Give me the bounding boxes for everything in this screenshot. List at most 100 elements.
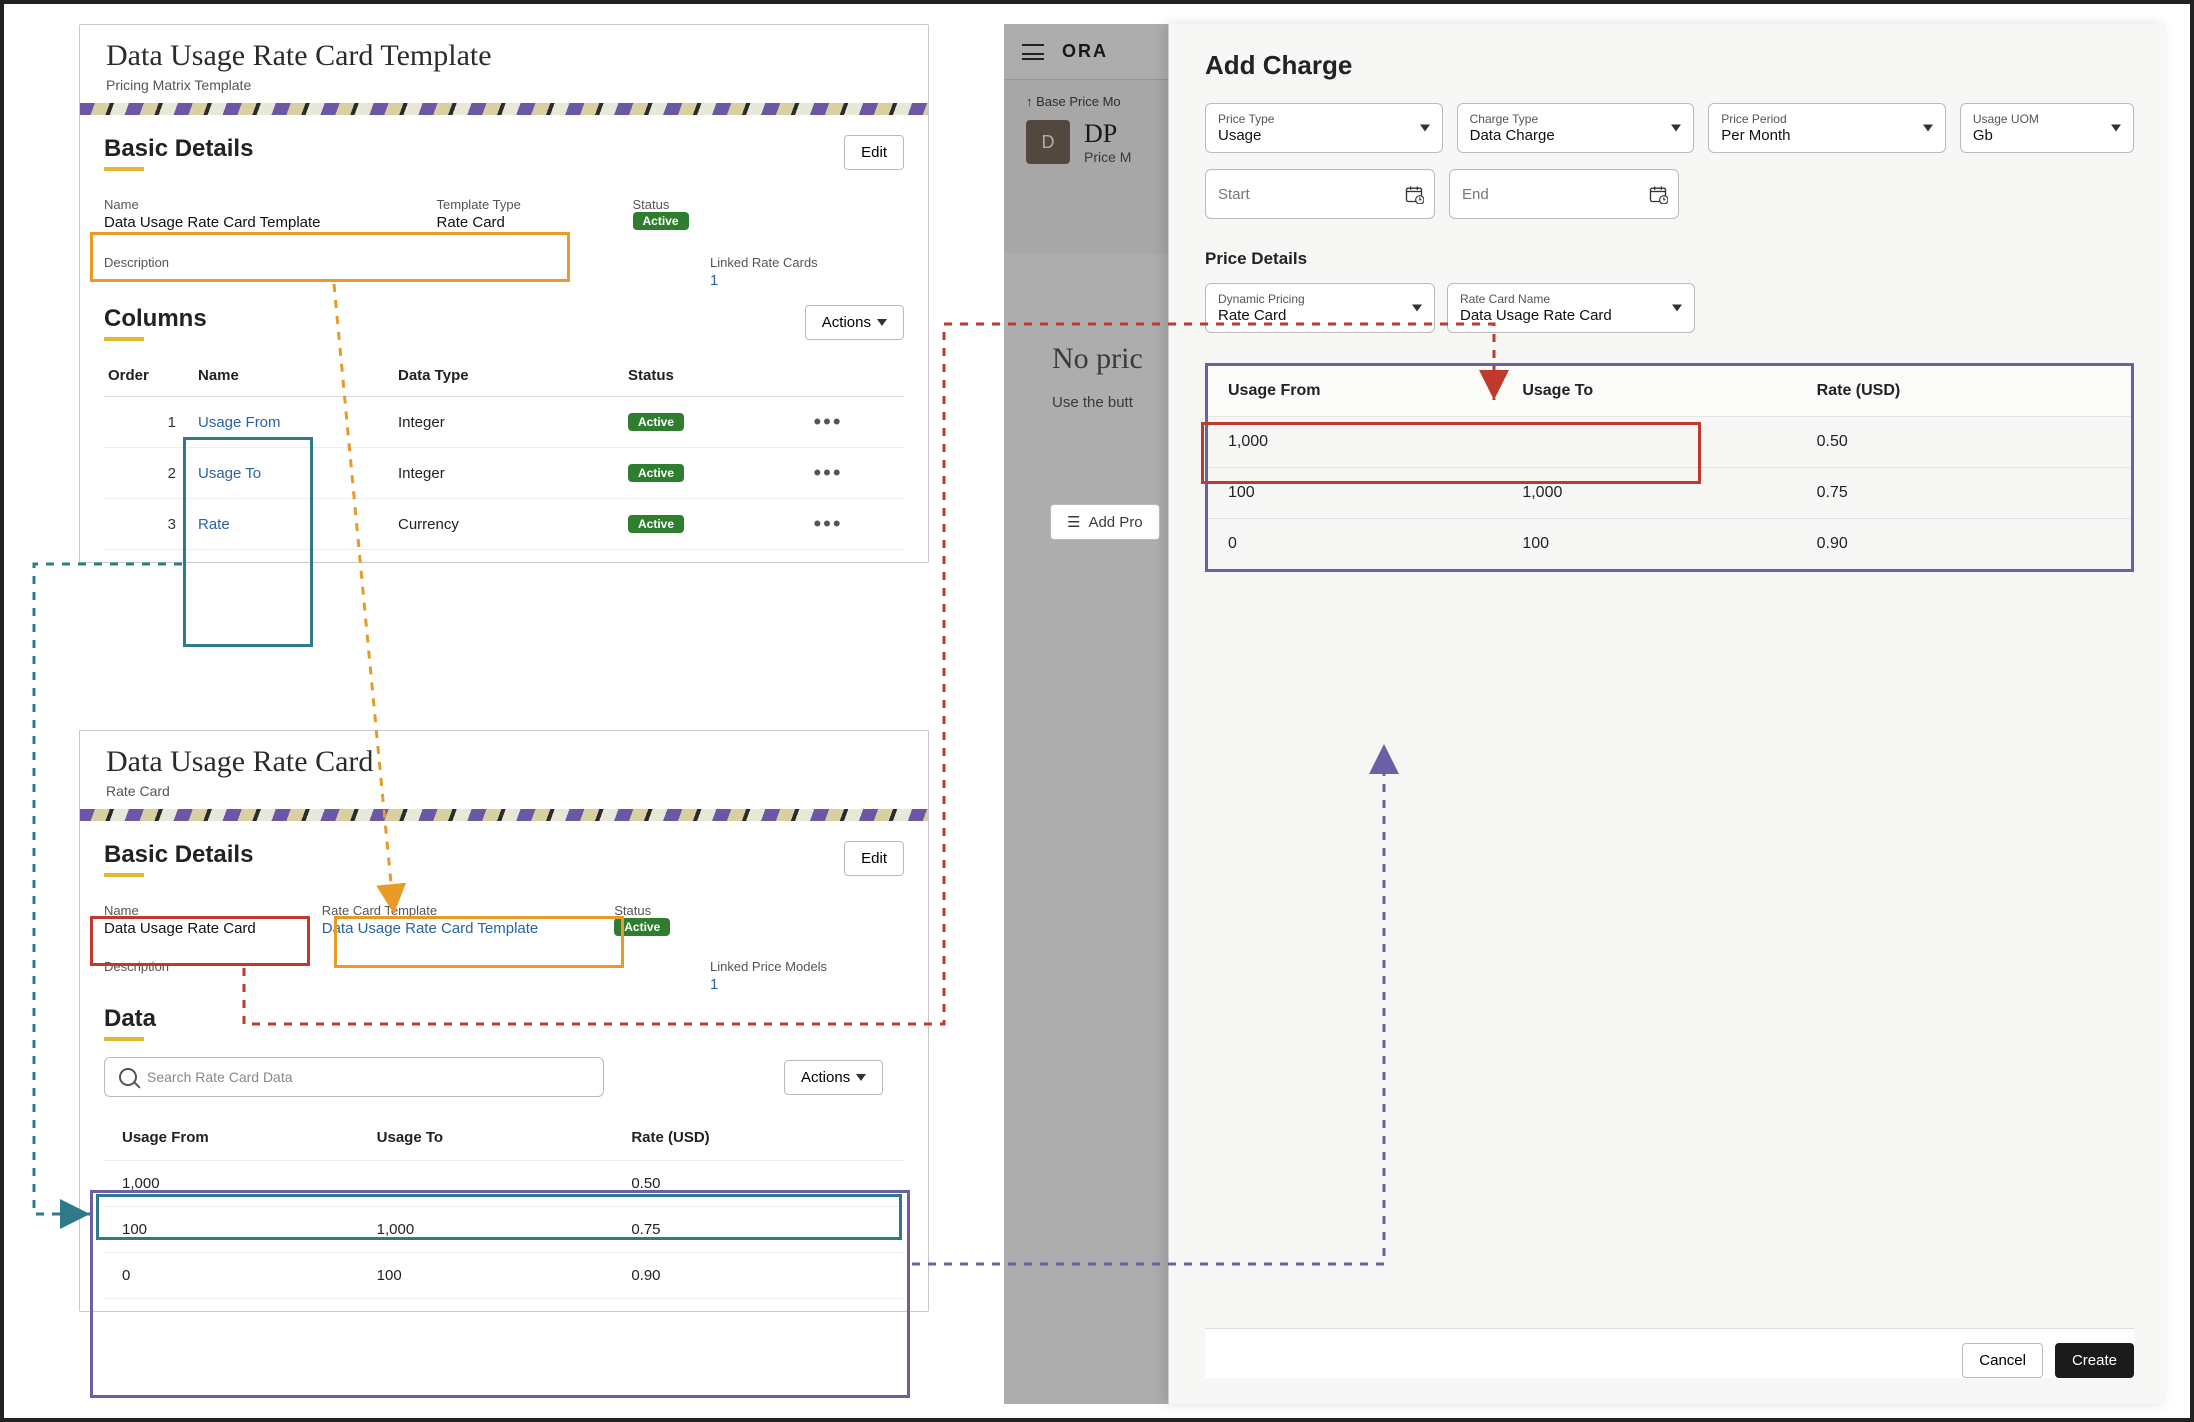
cell-usage-from: 0 bbox=[122, 1267, 377, 1284]
ratecard-name-label: Rate Card Name bbox=[1460, 292, 1682, 306]
row-menu-icon[interactable]: ••• bbox=[788, 460, 868, 486]
col-type: Integer bbox=[398, 465, 628, 482]
col-name-header: Name bbox=[198, 367, 398, 384]
cell-usage-from: 1,000 bbox=[122, 1175, 377, 1192]
name-value: Data Usage Rate Card Template bbox=[104, 214, 321, 231]
dynamic-pricing-value: Rate Card bbox=[1218, 307, 1422, 324]
basic-details-heading: Basic Details bbox=[104, 841, 253, 877]
actions-button[interactable]: Actions bbox=[784, 1060, 883, 1095]
status-badge: Active bbox=[633, 212, 689, 230]
status-badge: Active bbox=[628, 515, 684, 533]
columns-heading: Columns bbox=[104, 305, 207, 341]
actions-button[interactable]: Actions bbox=[805, 305, 904, 340]
linked-value[interactable]: 1 bbox=[710, 272, 818, 289]
ratecard-data-table: Usage From Usage To Rate (USD) 1,000 0.5… bbox=[104, 1115, 904, 1299]
col-type-header: Data Type bbox=[398, 367, 628, 384]
drawer-title: Add Charge bbox=[1205, 50, 2134, 81]
header-rate: Rate (USD) bbox=[631, 1129, 886, 1146]
linked-label: Linked Rate Cards bbox=[710, 255, 818, 270]
calendar-icon bbox=[1404, 184, 1424, 204]
price-period-select[interactable]: Price Period Per Month bbox=[1708, 103, 1946, 153]
row-menu-icon[interactable]: ••• bbox=[788, 409, 868, 435]
data-row[interactable]: 100 1,000 0.75 bbox=[104, 1207, 904, 1253]
linked-value[interactable]: 1 bbox=[710, 976, 827, 993]
columns-header-row: Order Name Data Type Status bbox=[104, 355, 904, 397]
search-input[interactable]: Search Rate Card Data bbox=[104, 1057, 604, 1097]
price-period-label: Price Period bbox=[1721, 112, 1933, 126]
cell-usage-from: 100 bbox=[122, 1221, 377, 1238]
price-type-label: Price Type bbox=[1218, 112, 1430, 126]
ratecard-template-field: Rate Card Template Data Usage Rate Card … bbox=[322, 903, 539, 937]
end-label: End bbox=[1462, 186, 1489, 203]
cancel-button-label: Cancel bbox=[1979, 1352, 2026, 1369]
start-date-input[interactable]: Start bbox=[1205, 169, 1435, 219]
cell-usage-to: 1,000 bbox=[1522, 484, 1816, 502]
chevron-down-icon bbox=[877, 319, 887, 326]
status-field: Status Active bbox=[614, 903, 704, 937]
drawer-table-row: 0 100 0.90 bbox=[1208, 519, 2131, 569]
calendar-icon bbox=[1648, 184, 1668, 204]
row-menu-icon[interactable]: ••• bbox=[788, 511, 868, 537]
drawer-table-header: Usage From Usage To Rate (USD) bbox=[1208, 366, 2131, 417]
actions-button-label: Actions bbox=[801, 1069, 850, 1086]
cell-usage-to bbox=[377, 1175, 632, 1192]
template-title: Data Usage Rate Card Template bbox=[106, 39, 902, 73]
cell-usage-from: 0 bbox=[1228, 535, 1522, 553]
ratecard-card: Data Usage Rate Card Rate Card Basic Det… bbox=[79, 730, 929, 1312]
actions-button-label: Actions bbox=[822, 314, 871, 331]
price-type-select[interactable]: Price Type Usage bbox=[1205, 103, 1443, 153]
status-badge: Active bbox=[628, 464, 684, 482]
header-usage-to: Usage To bbox=[377, 1129, 632, 1146]
charge-type-select[interactable]: Charge Type Data Charge bbox=[1457, 103, 1695, 153]
ratecard-title: Data Usage Rate Card bbox=[106, 745, 902, 779]
cell-usage-to: 100 bbox=[377, 1267, 632, 1284]
hint-use-btn: Use the butt bbox=[1052, 394, 1133, 411]
col-order: 2 bbox=[108, 465, 198, 482]
drawer-ratecard-table: Usage From Usage To Rate (USD) 1,000 0.5… bbox=[1205, 363, 2134, 572]
drawer-table-row: 1,000 0.50 bbox=[1208, 417, 2131, 468]
decorative-stripe bbox=[80, 809, 928, 821]
cell-usage-to: 1,000 bbox=[377, 1221, 632, 1238]
cell-rate: 0.75 bbox=[1817, 484, 2111, 502]
add-product-button[interactable]: ☰ Add Pro bbox=[1050, 504, 1160, 540]
data-row[interactable]: 0 100 0.90 bbox=[104, 1253, 904, 1299]
col-order-header: Order bbox=[108, 367, 198, 384]
col-status-header: Status bbox=[628, 367, 788, 384]
cell-rate: 0.50 bbox=[1817, 433, 2111, 451]
col-type: Currency bbox=[398, 516, 628, 533]
col-name-link[interactable]: Rate bbox=[198, 516, 398, 533]
end-date-input[interactable]: End bbox=[1449, 169, 1679, 219]
charge-type-value: Data Charge bbox=[1470, 127, 1682, 144]
basic-details-heading: Basic Details bbox=[104, 135, 253, 171]
ratecard-template-link[interactable]: Data Usage Rate Card Template bbox=[322, 920, 539, 937]
description-label: Description bbox=[104, 959, 194, 974]
charge-type-label: Charge Type bbox=[1470, 112, 1682, 126]
col-name-link[interactable]: Usage To bbox=[198, 465, 398, 482]
ratecard-template-label: Rate Card Template bbox=[322, 903, 539, 918]
usage-uom-value: Gb bbox=[1973, 127, 2121, 144]
add-icon: ☰ bbox=[1067, 513, 1080, 531]
data-heading: Data bbox=[104, 1005, 904, 1041]
usage-uom-select[interactable]: Usage UOM Gb bbox=[1960, 103, 2134, 153]
edit-button[interactable]: Edit bbox=[844, 841, 904, 876]
create-button[interactable]: Create bbox=[2055, 1343, 2134, 1378]
columns-row: 1 Usage From Integer Active ••• bbox=[104, 397, 904, 448]
edit-button[interactable]: Edit bbox=[844, 135, 904, 170]
create-button-label: Create bbox=[2072, 1352, 2117, 1369]
cell-rate: 0.90 bbox=[631, 1267, 886, 1284]
status-label: Status bbox=[633, 197, 723, 212]
col-name-link[interactable]: Usage From bbox=[198, 414, 398, 431]
data-row[interactable]: 1,000 0.50 bbox=[104, 1161, 904, 1207]
ratecard-name-value: Data Usage Rate Card bbox=[1460, 307, 1682, 324]
cell-rate: 0.90 bbox=[1817, 535, 2111, 553]
chevron-down-icon bbox=[1923, 125, 1933, 132]
name-value: Data Usage Rate Card bbox=[104, 920, 256, 937]
chevron-down-icon bbox=[856, 1074, 866, 1081]
template-subtitle: Pricing Matrix Template bbox=[106, 77, 902, 93]
cancel-button[interactable]: Cancel bbox=[1962, 1343, 2043, 1378]
name-field: Name Data Usage Rate Card bbox=[104, 903, 256, 937]
col-order: 3 bbox=[108, 516, 198, 533]
edit-button-label: Edit bbox=[861, 144, 887, 161]
ratecard-name-select[interactable]: Rate Card Name Data Usage Rate Card bbox=[1447, 283, 1695, 333]
dynamic-pricing-select[interactable]: Dynamic Pricing Rate Card bbox=[1205, 283, 1435, 333]
